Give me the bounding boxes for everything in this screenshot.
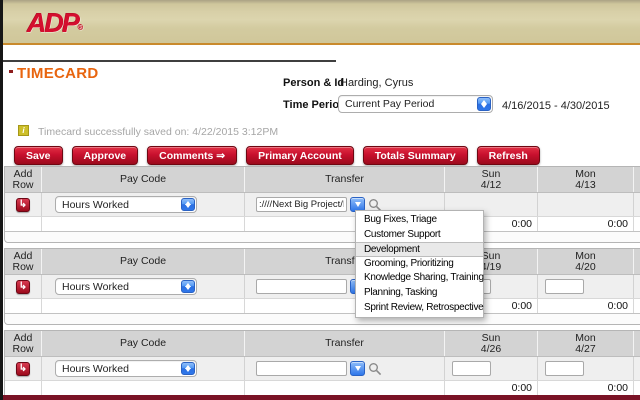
bottom-maroon-rule <box>0 395 640 400</box>
add-row-button[interactable]: ↳ <box>16 197 30 212</box>
dropdown-item-grooming-prioritizing[interactable]: Grooming, Prioritizing <box>356 257 483 272</box>
timecard-week-section-1: Add Row Pay Code Transfer Sun 4/12 Mon 4… <box>4 166 640 243</box>
dropdown-item-planning-tasking[interactable]: Planning, Tasking <box>356 286 483 301</box>
header-orange-rule <box>0 43 640 45</box>
day-total-sun-426: 0:00 <box>444 381 537 395</box>
week1-header-row: Add Row Pay Code Transfer Sun 4/12 Mon 4… <box>5 167 640 193</box>
day-total-mon-420: 0:00 <box>537 299 633 313</box>
day-header-cutoff <box>633 331 640 356</box>
dropdown-item-customer-support[interactable]: Customer Support <box>356 228 483 243</box>
week1-footer-row <box>5 232 640 242</box>
pay-code-selected-value: Hours Worked <box>62 198 129 211</box>
person-id-value: Harding, Cyrus <box>340 77 414 89</box>
registered-mark: ® <box>78 25 84 32</box>
pay-code-header: Pay Code <box>41 167 244 192</box>
transfer-suggestions-dropdown: Bug Fixes, Triage Customer Support Devel… <box>355 210 484 319</box>
search-icon[interactable] <box>368 362 382 376</box>
pay-code-select[interactable]: Hours Worked <box>55 360 197 377</box>
approve-button[interactable]: Approve <box>71 146 139 165</box>
day-header-sun-426: Sun 4/26 <box>444 331 537 356</box>
primary-account-button[interactable]: Primary Account <box>246 146 354 165</box>
transfer-input[interactable] <box>256 361 347 376</box>
select-stepper-icon <box>181 280 195 293</box>
info-icon: i <box>18 125 29 136</box>
add-row-header: Add Row <box>12 249 34 273</box>
time-period-label: Time Period <box>283 99 346 111</box>
dropdown-item-development-highlighted[interactable]: Development <box>356 242 483 257</box>
day-cell-mon-413 <box>537 193 633 216</box>
hours-input-sun-426[interactable] <box>452 361 491 376</box>
select-stepper-icon <box>181 198 195 211</box>
page-title: TIMECARD <box>17 65 99 82</box>
person-id-label: Person & Id <box>283 77 345 89</box>
pay-code-selected-value: Hours Worked <box>62 362 129 375</box>
dropdown-item-bug-fixes-triage[interactable]: Bug Fixes, Triage <box>356 213 483 228</box>
pay-code-select[interactable]: Hours Worked <box>55 278 197 295</box>
time-period-select[interactable]: Current Pay Period <box>338 95 493 113</box>
pay-period-date-range: 4/16/2015 - 4/30/2015 <box>502 100 610 112</box>
pay-code-header: Pay Code <box>41 249 244 274</box>
hours-input-mon-427[interactable] <box>545 361 584 376</box>
day-total-mon-413: 0:00 <box>537 217 633 231</box>
week1-entry-row: ↳ Hours Worked <box>5 193 640 216</box>
adp-logo: ADP® <box>27 8 84 38</box>
pay-code-selected-value: Hours Worked <box>62 280 129 293</box>
day-header-mon-427: Mon 4/27 <box>537 331 633 356</box>
timecard-week-section-3: Add Row Pay Code Transfer Sun 4/26 Mon 4… <box>4 330 640 400</box>
dropdown-item-knowledge-sharing-training[interactable]: Knowledge Sharing, Training <box>356 271 484 286</box>
timecard-week-section-2: Add Row Pay Code Transfer Sun 4/19 Mon 4… <box>4 248 640 325</box>
day-header-cutoff <box>633 167 640 192</box>
comments-button[interactable]: Comments ⇒ <box>147 146 238 165</box>
week2-footer-row <box>5 314 640 324</box>
totals-summary-button[interactable]: Totals Summary <box>362 146 468 165</box>
add-row-button[interactable]: ↳ <box>16 361 30 376</box>
day-header-cutoff <box>633 249 640 274</box>
header-dark-rule <box>0 60 336 62</box>
transfer-header: Transfer <box>244 331 444 356</box>
adp-timecard-screen: ADP® TIMECARD Person & Id Harding, Cyrus… <box>0 0 640 400</box>
select-stepper-icon <box>477 97 491 111</box>
status-message: Timecard successfully saved on: 4/22/201… <box>38 126 279 138</box>
day-total-mon-427: 0:00 <box>537 381 633 395</box>
day-cell-cutoff <box>633 193 640 216</box>
week3-header-row: Add Row Pay Code Transfer Sun 4/26 Mon 4… <box>5 331 640 357</box>
day-header-mon-413: Mon 4/13 <box>537 167 633 192</box>
time-period-selected-value: Current Pay Period <box>345 98 435 110</box>
day-header-sun-412: Sun 4/12 <box>444 167 537 192</box>
top-banner: ADP® <box>0 0 640 43</box>
transfer-input[interactable] <box>256 279 347 294</box>
save-button[interactable]: Save <box>14 146 63 165</box>
week3-entry-row: ↳ Hours Worked <box>5 357 640 380</box>
week2-totals-row: 0:00 0:00 <box>5 298 640 314</box>
transfer-input[interactable] <box>256 197 347 212</box>
title-tick <box>9 70 13 73</box>
refresh-button[interactable]: Refresh <box>476 146 540 165</box>
day-header-mon-420: Mon 4/20 <box>537 249 633 274</box>
add-row-header: Add Row <box>12 331 34 355</box>
select-stepper-icon <box>181 362 195 375</box>
week2-entry-row: ↳ Hours Worked <box>5 275 640 298</box>
transfer-header: Transfer <box>244 167 444 192</box>
week1-totals-row: 0:00 0:00 <box>5 216 640 232</box>
add-row-header: Add Row <box>12 167 34 191</box>
week2-header-row: Add Row Pay Code Transfer Sun 4/19 Mon 4… <box>5 249 640 275</box>
window-left-edge <box>0 0 3 400</box>
dropdown-item-sprint-review-retrospective[interactable]: Sprint Review, Retrospective <box>356 301 484 316</box>
week3-totals-row: 0:00 0:00 <box>5 380 640 396</box>
hours-input-mon-420[interactable] <box>545 279 584 294</box>
pay-code-header: Pay Code <box>41 331 244 356</box>
pay-code-select[interactable]: Hours Worked <box>55 196 197 213</box>
add-row-button[interactable]: ↳ <box>16 279 30 294</box>
transfer-lookup-button[interactable] <box>350 361 365 376</box>
toolbar: Save Approve Comments ⇒ Primary Account … <box>14 146 540 165</box>
